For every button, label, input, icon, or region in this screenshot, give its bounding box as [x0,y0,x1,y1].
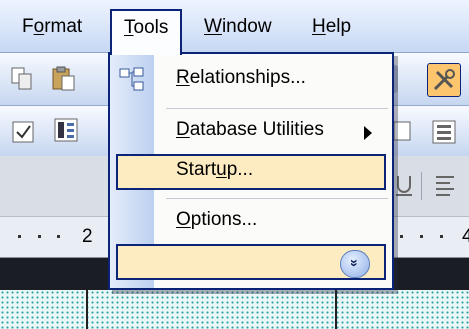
toolbar-separator [421,172,422,200]
paste-icon[interactable] [50,65,78,93]
menu-item-label: Relationships... [176,67,306,88]
menu-window[interactable]: Window [192,10,284,44]
checkbox-icon[interactable] [10,118,38,146]
ruler-tick [440,235,443,238]
tools-dropdown-menu: Relationships... Database Utilities Star… [108,52,394,290]
tools-icon[interactable] [427,63,461,97]
underline-icon[interactable] [392,172,420,200]
menu-separator [166,108,388,109]
ruler-number: 4 [462,226,469,247]
ruler-tick [57,235,60,238]
menu-help[interactable]: Help [300,10,363,44]
menu-item-label: Options... [176,209,258,230]
copy-icon[interactable] [8,65,36,93]
expand-chevron-icon[interactable]: » [340,250,370,278]
ruler-tick [400,235,403,238]
submenu-arrow-icon [364,126,372,140]
relationships-icon [118,66,146,94]
ruler-tick [420,235,423,238]
grid-line [86,290,88,329]
ruler-number: 2 [82,226,93,247]
menu-item-startup[interactable]: Startup... [110,150,392,194]
form-icon[interactable] [52,116,80,144]
menu-item-relationships[interactable]: Relationships... [110,58,392,102]
align-left-icon[interactable] [432,172,460,200]
menu-tools[interactable]: Tools [110,9,183,55]
report-icon[interactable] [430,118,458,146]
ruler-tick [18,235,21,238]
design-grid[interactable] [0,290,469,329]
menu-item-label: Startup... [176,159,254,180]
menu-bar: Format Window Help [0,0,469,53]
menu-format[interactable]: Format [10,10,94,44]
menu-separator [166,198,388,199]
menu-item-database-utilities[interactable]: Database Utilities [110,110,392,154]
toolbar-button-icon[interactable] [392,118,420,146]
ruler-tick [38,235,41,238]
menu-item-options[interactable]: Options... [110,200,392,244]
menu-item-label: Database Utilities [176,119,324,140]
grid-line [335,290,337,329]
